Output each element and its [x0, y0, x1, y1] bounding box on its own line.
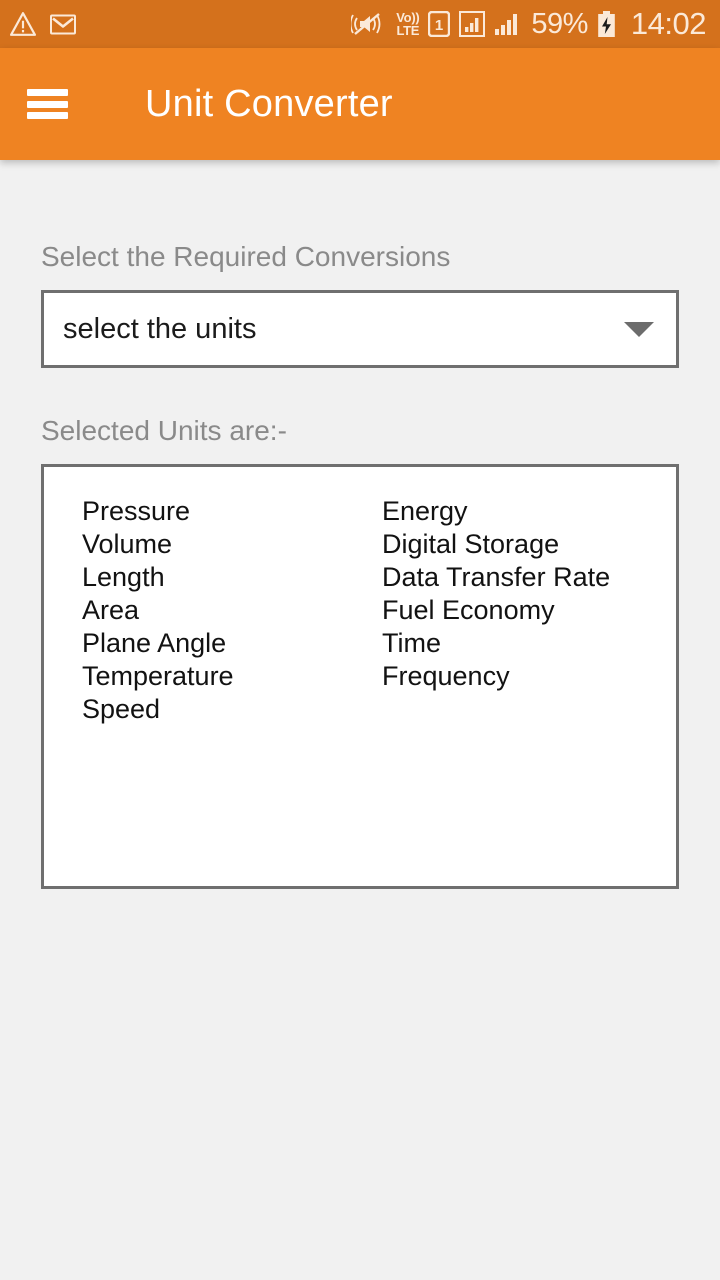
list-item: Temperature — [82, 661, 234, 691]
list-item: Data Transfer Rate — [382, 562, 611, 592]
hamburger-menu-icon[interactable] — [27, 89, 68, 119]
volte-line-2: LTE — [396, 23, 420, 38]
list-item: Plane Angle — [82, 628, 227, 658]
selected-units-column-right: Energy Digital Storage Data Transfer Rat… — [344, 495, 644, 886]
hamburger-bar-3 — [27, 112, 68, 119]
list-item: Speed — [82, 694, 161, 724]
list-item: Fuel Economy — [382, 595, 555, 625]
page-title: Unit Converter — [145, 82, 393, 125]
selected-units-label: Selected Units are:- — [41, 415, 287, 446]
warning-icon — [10, 12, 36, 36]
sim-1-icon: 1 — [428, 11, 451, 37]
list-item: Energy — [382, 496, 468, 526]
status-bar-left-icons — [10, 12, 76, 36]
status-bar-right-icons: Vo)) LTE 1 59% 14:02 — [351, 6, 707, 42]
hamburger-bar-2 — [27, 100, 68, 108]
status-bar: Vo)) LTE 1 59% 14:02 — [0, 0, 720, 48]
list-item: Pressure — [82, 496, 191, 526]
svg-text:1: 1 — [435, 17, 443, 34]
selected-units-column-left: Pressure Volume Length Area Plane Angle … — [44, 495, 344, 886]
chevron-down-icon — [624, 321, 654, 337]
gmail-icon — [50, 14, 76, 34]
signal-sim1-icon — [495, 14, 518, 35]
signal-sim2-icon — [459, 11, 486, 37]
battery-percent-label: 59% — [531, 7, 588, 40]
list-item: Volume — [82, 529, 173, 559]
hamburger-bar-1 — [27, 89, 68, 96]
list-item: Time — [382, 628, 441, 658]
conversions-label: Select the Required Conversions — [41, 241, 451, 272]
status-bar-clock: 14:02 — [630, 6, 707, 41]
units-spinner-value: select the units — [63, 312, 257, 345]
list-item: Length — [82, 562, 165, 592]
volte-icon: Vo)) LTE — [396, 11, 419, 37]
app-bar: Unit Converter — [0, 48, 720, 160]
vibrate-mute-icon — [351, 13, 381, 35]
main-content: Select the Required Conversions select t… — [0, 160, 720, 889]
list-item: Digital Storage — [382, 529, 560, 559]
battery-charging-icon — [598, 10, 615, 37]
units-spinner[interactable]: select the units — [41, 290, 679, 368]
list-item: Frequency — [382, 661, 510, 691]
selected-units-box: Pressure Volume Length Area Plane Angle … — [41, 464, 679, 889]
list-item: Area — [82, 595, 140, 625]
